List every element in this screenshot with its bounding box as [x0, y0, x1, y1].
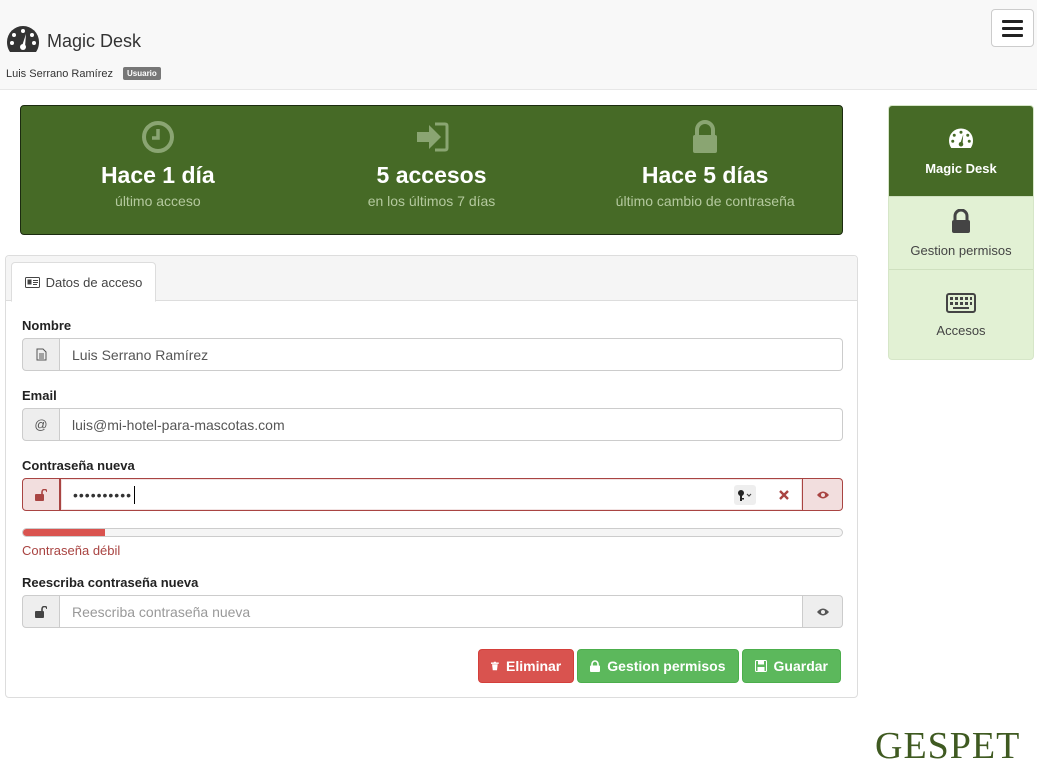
stat-password-change: Hace 5 días último cambio de contraseña [568, 106, 842, 234]
lock-icon [590, 660, 601, 672]
tab-label: Datos de acceso [45, 274, 143, 290]
save-button-label: Guardar [773, 658, 828, 674]
side-nav-label: Magic Desk [925, 160, 997, 176]
dashboard-icon [949, 128, 973, 148]
id-card-icon [24, 276, 40, 288]
clear-x-icon[interactable] [778, 489, 790, 501]
password-strength-bar [22, 528, 843, 537]
sign-in-icon [416, 122, 448, 152]
name-label: Nombre [22, 318, 72, 333]
tab-datos-de-acceso[interactable]: Datos de acceso [11, 262, 156, 302]
stat-label: último acceso [115, 193, 201, 209]
new-password-input-group: •••••••••• [22, 478, 843, 511]
account-stats-panel: Hace 1 día último acceso 5 accesos en lo… [20, 105, 843, 235]
email-input[interactable]: luis@mi-hotel-para-mascotas.com [60, 408, 843, 441]
save-button[interactable]: Guardar [741, 649, 841, 683]
password-value: •••••••••• [73, 486, 133, 503]
repeat-password-label: Reescriba contraseña nueva [22, 575, 199, 590]
form-actions: Eliminar Gestion permisos Guardar [478, 649, 841, 683]
lock-icon [952, 208, 970, 233]
email-input-group: @ luis@mi-hotel-para-mascotas.com [22, 408, 843, 441]
repeat-password-input-group: Reescriba contraseña nueva [22, 595, 843, 628]
app-title: Magic Desk [47, 31, 142, 51]
side-nav-item-accesos[interactable]: Accesos [889, 270, 1033, 359]
keyboard-icon [946, 293, 976, 313]
file-icon [22, 338, 60, 371]
hamburger-line [1002, 33, 1023, 37]
email-label: Email [22, 388, 57, 403]
password-strength-text: Contraseña débil [22, 543, 121, 558]
password-strength-fill [23, 529, 105, 536]
new-password-input[interactable]: •••••••••• [60, 478, 803, 511]
unlock-icon [22, 478, 60, 511]
delete-button[interactable]: Eliminar [478, 649, 575, 683]
lock-icon [693, 120, 718, 153]
stat-label: en los últimos 7 días [367, 193, 496, 209]
top-navbar: Magic Desk Luis Serrano Ramírez Usuario [0, 0, 1037, 90]
password-manager-key-icon[interactable] [734, 484, 756, 505]
tab-bar: Datos de acceso [6, 256, 857, 302]
repeat-password-input[interactable]: Reescriba contraseña nueva [60, 595, 803, 628]
floppy-disk-icon [754, 660, 767, 672]
stat-label: último cambio de contraseña [615, 193, 795, 209]
name-input[interactable]: Luis Serrano Ramírez [60, 338, 843, 371]
hamburger-icon [1002, 19, 1023, 23]
new-password-label: Contraseña nueva [22, 458, 135, 473]
gespet-logo: GESPET [875, 725, 1021, 767]
user-role-badge: Usuario [123, 67, 161, 80]
dashboard-icon [7, 26, 39, 52]
show-password-eye-icon[interactable] [803, 595, 843, 628]
permissions-button-label: Gestion permisos [607, 658, 726, 674]
text-caret [134, 485, 136, 504]
stat-value: Hace 5 días [641, 162, 769, 188]
stat-access-count: 5 accesos en los últimos 7 días [295, 106, 569, 234]
side-navigation: Magic Desk Gestion permisos Accesos [888, 105, 1034, 360]
delete-button-label: Eliminar [506, 658, 562, 674]
stat-last-access: Hace 1 día último acceso [21, 106, 295, 234]
at-sign-icon: @ [22, 408, 60, 441]
password-tools [734, 484, 790, 505]
side-nav-item-magic-desk[interactable]: Magic Desk [889, 106, 1033, 197]
hamburger-line [1002, 26, 1023, 30]
stat-value: 5 accesos [376, 162, 487, 188]
trash-icon [491, 661, 500, 671]
side-nav-label: Accesos [936, 323, 986, 338]
side-nav-label: Gestion permisos [910, 242, 1012, 258]
hamburger-menu-button[interactable] [991, 9, 1034, 47]
show-password-eye-icon[interactable] [803, 478, 843, 511]
user-name: Luis Serrano Ramírez [6, 67, 113, 80]
name-input-group: Luis Serrano Ramírez [22, 338, 843, 371]
brand[interactable]: Magic Desk [5, 24, 141, 56]
user-info: Luis Serrano Ramírez Usuario [6, 67, 161, 80]
stat-value: Hace 1 día [100, 162, 215, 188]
permissions-button[interactable]: Gestion permisos [577, 649, 739, 683]
clock-icon [141, 121, 174, 153]
unlock-icon [22, 595, 60, 628]
access-data-panel: Datos de acceso Nombre Luis Serrano Ramí… [5, 255, 858, 698]
side-nav-item-gestion-permisos[interactable]: Gestion permisos [889, 197, 1033, 270]
